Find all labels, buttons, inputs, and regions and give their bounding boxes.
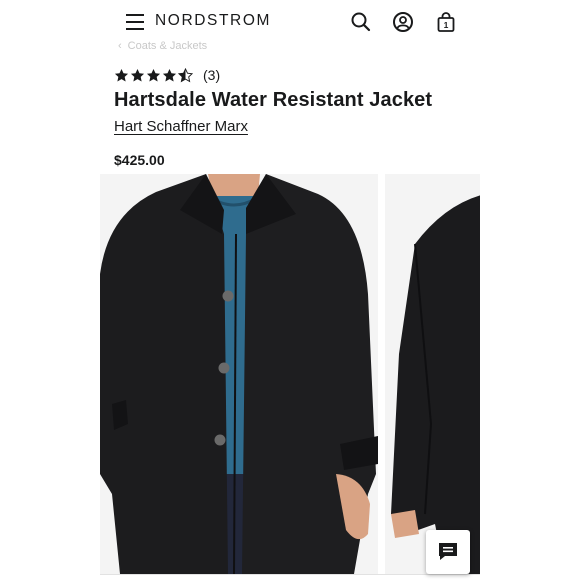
coat-side-illustration (385, 174, 480, 574)
coat-front-illustration (100, 174, 378, 574)
chevron-left-icon: ‹ (118, 40, 122, 52)
brand-link[interactable]: Hart Schaffner Marx (114, 118, 248, 135)
account-icon[interactable] (392, 11, 414, 33)
star-full-icon (130, 68, 145, 81)
product-image-main[interactable] (100, 174, 378, 574)
product-image-secondary[interactable] (385, 174, 480, 574)
bag-count-badge: 1 (443, 20, 449, 30)
shopping-bag-button[interactable]: 1 (435, 11, 457, 33)
product-price: $425.00 (114, 152, 165, 168)
product-image-gallery[interactable] (100, 174, 480, 574)
search-icon[interactable] (350, 11, 372, 33)
star-half-icon (178, 67, 193, 82)
chat-icon (439, 543, 457, 560)
rating-stars (114, 67, 193, 83)
star-full-icon (162, 68, 177, 81)
top-navigation-bar: NORDSTROM 1 (0, 0, 580, 44)
chat-button[interactable] (426, 530, 470, 574)
product-title: Hartsdale Water Resistant Jacket (114, 89, 433, 111)
menu-icon[interactable] (126, 14, 144, 30)
review-count[interactable]: (3) (203, 67, 220, 83)
breadcrumb-label: Coats & Jackets (127, 40, 208, 52)
star-full-icon (114, 68, 129, 81)
nordstrom-logo[interactable]: NORDSTROM (155, 12, 271, 30)
product-rating[interactable]: (3) (114, 66, 220, 84)
divider (100, 574, 480, 575)
star-full-icon (146, 68, 161, 81)
breadcrumb[interactable]: ‹ Coats & Jackets (118, 40, 207, 52)
